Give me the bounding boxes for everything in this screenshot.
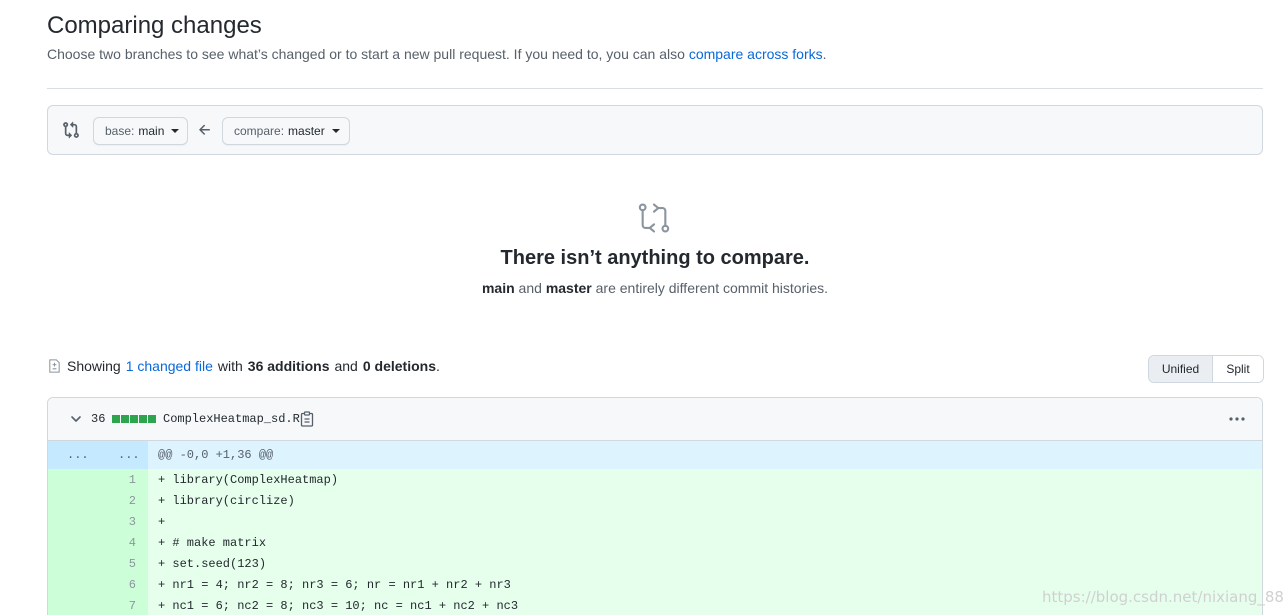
file-diff: 36 ComplexHeatmap_sd.R ... ... @@ -0,0 +… bbox=[47, 397, 1263, 615]
compare-branch-select[interactable]: compare: master bbox=[222, 117, 350, 145]
diff-line: 5 + set.seed(123) bbox=[48, 553, 1262, 574]
page-title: Comparing changes bbox=[47, 12, 262, 39]
line-gutter: 4 bbox=[48, 532, 148, 553]
subtitle-text: Choose two branches to see what’s change… bbox=[47, 46, 689, 62]
split-view-button[interactable]: Split bbox=[1213, 356, 1263, 382]
subtitle-period: . bbox=[822, 46, 827, 62]
line-number[interactable]: 1 bbox=[129, 473, 136, 487]
line-number[interactable]: 6 bbox=[129, 578, 136, 592]
expand-left[interactable]: ... bbox=[67, 448, 89, 462]
diff-view-toggle: Unified Split bbox=[1148, 355, 1264, 383]
line-code: + bbox=[158, 515, 166, 529]
period: . bbox=[435, 358, 440, 374]
compare-across-forks-link[interactable]: compare across forks bbox=[689, 46, 823, 62]
line-gutter: 7 bbox=[48, 595, 148, 615]
file-diff-icon bbox=[49, 359, 60, 373]
caret-down-icon bbox=[331, 129, 340, 133]
base-label: base: bbox=[105, 124, 135, 138]
chevron-down-icon[interactable] bbox=[70, 413, 82, 425]
line-gutter: 6 bbox=[48, 574, 148, 595]
line-code: + nr1 = 4; nr2 = 8; nr3 = 6; nr = nr1 + … bbox=[158, 578, 511, 592]
blankslate-title: There isn’t anything to compare. bbox=[500, 247, 810, 269]
diff-line: 3 + bbox=[48, 511, 1262, 532]
line-number[interactable]: 4 bbox=[129, 536, 136, 550]
line-gutter: 2 bbox=[48, 490, 148, 511]
diff-stats: Showing 1 changed file with 36 additions… bbox=[47, 358, 440, 374]
line-code: + library(ComplexHeatmap) bbox=[158, 473, 339, 487]
line-gutter: 5 bbox=[48, 553, 148, 574]
file-name-link[interactable]: ComplexHeatmap_sd.R bbox=[163, 412, 300, 426]
diffstat-bar bbox=[112, 415, 156, 423]
expand-right[interactable]: ... bbox=[118, 448, 140, 462]
line-code: + nc1 = 6; nc2 = 8; nc3 = 10; nc = nc1 +… bbox=[158, 599, 519, 613]
line-gutter: 3 bbox=[48, 511, 148, 532]
base-branch-select[interactable]: base: main bbox=[93, 117, 188, 145]
watermark: https://blog.csdn.net/nixiang_888 bbox=[1042, 588, 1284, 606]
additions-count: 36 additions bbox=[247, 358, 330, 374]
git-compare-icon bbox=[638, 203, 670, 233]
page-subtitle: Choose two branches to see what’s change… bbox=[47, 46, 827, 62]
and-text: and bbox=[334, 358, 358, 374]
blankslate-suffix: are entirely different commit histories. bbox=[591, 280, 829, 296]
diff-line: 4 + # make matrix bbox=[48, 532, 1262, 553]
base-branch-name: main bbox=[138, 124, 165, 138]
showing-text: Showing bbox=[67, 358, 121, 374]
compare-label: compare: bbox=[234, 124, 285, 138]
diffstat-block bbox=[139, 415, 147, 423]
diffstat-block bbox=[130, 415, 138, 423]
line-code: + library(circlize) bbox=[158, 494, 295, 508]
line-number[interactable]: 5 bbox=[129, 557, 136, 571]
arrow-left-icon bbox=[199, 124, 210, 135]
line-code: + # make matrix bbox=[158, 536, 267, 550]
line-code: + set.seed(123) bbox=[158, 557, 267, 571]
divider bbox=[47, 88, 1263, 89]
changed-files-link[interactable]: 1 changed file bbox=[126, 358, 213, 374]
diff-line: 1 + library(ComplexHeatmap) bbox=[48, 469, 1262, 490]
diff-line: 2 + library(circlize) bbox=[48, 490, 1262, 511]
with-text: with bbox=[217, 358, 243, 374]
git-compare-icon bbox=[63, 121, 79, 139]
branch-b: master bbox=[545, 280, 592, 296]
file-header: 36 ComplexHeatmap_sd.R bbox=[48, 398, 1262, 441]
hunk-header-row[interactable]: ... ... @@ -0,0 +1,36 @@ bbox=[48, 441, 1262, 469]
branch-a: main bbox=[481, 280, 515, 296]
line-number[interactable]: 7 bbox=[129, 599, 136, 613]
and-text: and bbox=[514, 280, 546, 296]
line-number[interactable]: 2 bbox=[129, 494, 136, 508]
hunk-header: @@ -0,0 +1,36 @@ bbox=[158, 448, 274, 462]
caret-down-icon bbox=[171, 129, 180, 133]
diffstat-block bbox=[121, 415, 129, 423]
compare-branch-name: master bbox=[288, 124, 325, 138]
diffstat-block bbox=[112, 415, 120, 423]
line-gutter: 1 bbox=[48, 469, 148, 490]
range-editor: base: main compare: master bbox=[47, 105, 1263, 155]
diffstat-block bbox=[148, 415, 156, 423]
deletions-count: 0 deletions bbox=[362, 358, 436, 374]
file-change-count: 36 bbox=[91, 412, 106, 426]
blankslate-description: main and master are entirely different c… bbox=[0, 280, 1284, 296]
kebab-horizontal-icon[interactable] bbox=[1228, 410, 1246, 428]
line-number[interactable]: 3 bbox=[129, 515, 136, 529]
copy-icon[interactable] bbox=[300, 411, 314, 427]
unified-view-button[interactable]: Unified bbox=[1149, 356, 1213, 382]
